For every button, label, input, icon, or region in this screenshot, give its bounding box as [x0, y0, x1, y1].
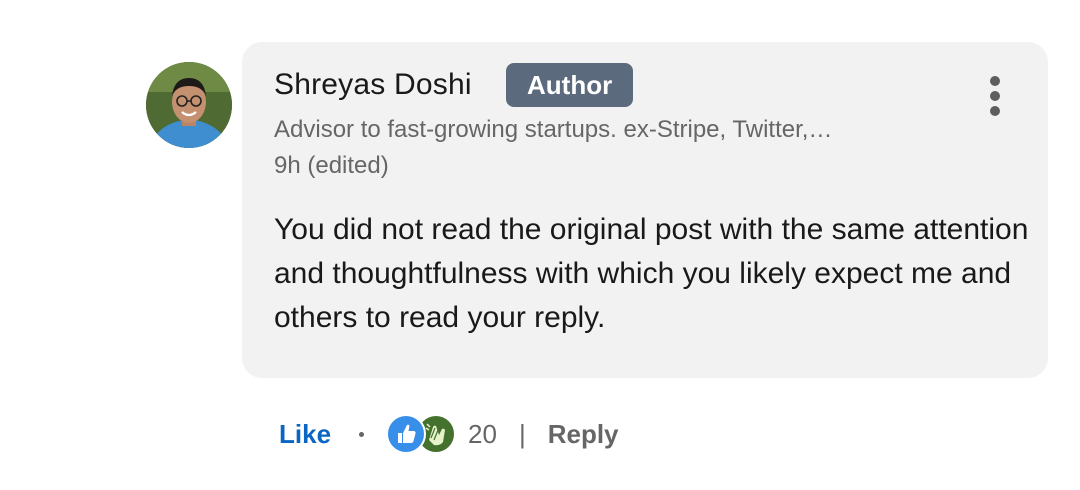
reactions-summary[interactable] [386, 414, 458, 454]
comment-timestamp: 9h (edited) [274, 152, 389, 179]
comment-thread: Shreyas Doshi Author Advisor to fast-gro… [0, 0, 1080, 490]
like-button[interactable]: Like [279, 419, 331, 450]
vertical-ellipsis-icon[interactable] [982, 74, 1008, 118]
like-reaction-icon [386, 414, 427, 454]
comment-bubble: Shreyas Doshi Author Advisor to fast-gro… [242, 42, 1048, 378]
reply-button[interactable]: Reply [548, 419, 619, 450]
action-divider: | [518, 418, 526, 449]
comment-actions: Like 20 | Reply [279, 412, 619, 456]
comment-text: You did not read the original post with … [274, 213, 1029, 334]
author-headline: Advisor to fast-growing startups. ex-Str… [274, 116, 833, 143]
avatar-image [146, 62, 232, 148]
reaction-count[interactable]: 20 [468, 419, 497, 450]
author-name[interactable]: Shreyas Doshi [274, 68, 472, 102]
dot-separator [359, 431, 365, 437]
author-badge: Author [506, 63, 634, 107]
author-avatar[interactable] [146, 62, 232, 148]
